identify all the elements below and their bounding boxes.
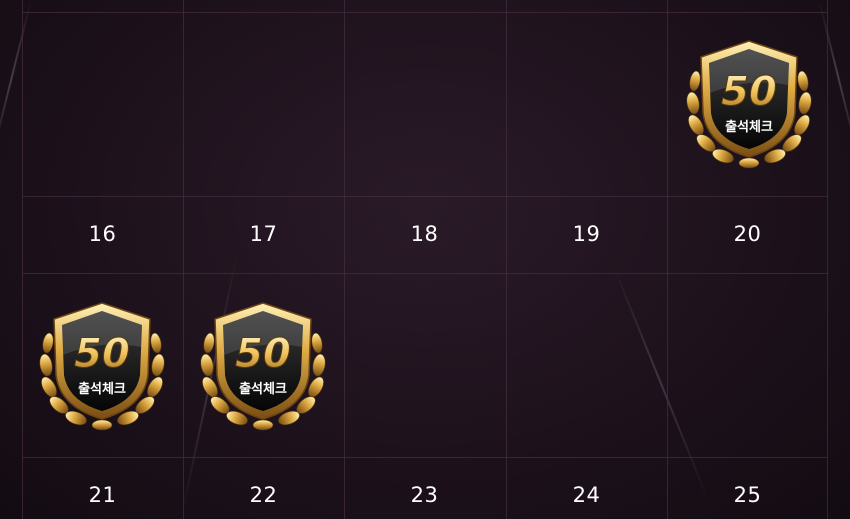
- attendance-badge-day-20: 50 출석체크: [679, 33, 819, 173]
- calendar-day-25[interactable]: 25: [667, 483, 828, 507]
- attendance-badge-day-21: 50 출석체크: [32, 295, 172, 435]
- calendar-day-22[interactable]: 22: [183, 483, 344, 507]
- badge-label: 출석체크: [725, 119, 773, 135]
- badge-value: 50: [74, 331, 130, 377]
- calendar-day-21[interactable]: 21: [22, 483, 183, 507]
- calendar-day-20[interactable]: 20: [667, 222, 828, 246]
- calendar-day-17[interactable]: 17: [183, 222, 344, 246]
- attendance-badge-day-22: 50 출석체크: [193, 295, 333, 435]
- badge-label: 출석체크: [78, 381, 126, 397]
- calendar-day-23[interactable]: 23: [344, 483, 505, 507]
- calendar-day-24[interactable]: 24: [506, 483, 667, 507]
- calendar-day-16[interactable]: 16: [22, 222, 183, 246]
- badge-label: 출석체크: [239, 381, 287, 397]
- badge-value: 50: [721, 69, 777, 115]
- gold-shield-badge-icon: 50 출석체크: [200, 302, 326, 431]
- gold-shield-badge-icon: 50 출석체크: [686, 40, 812, 169]
- calendar-day-18[interactable]: 18: [344, 222, 505, 246]
- gold-shield-badge-icon: 50 출석체크: [39, 302, 165, 431]
- calendar-day-19[interactable]: 19: [506, 222, 667, 246]
- badge-value: 50: [235, 331, 291, 377]
